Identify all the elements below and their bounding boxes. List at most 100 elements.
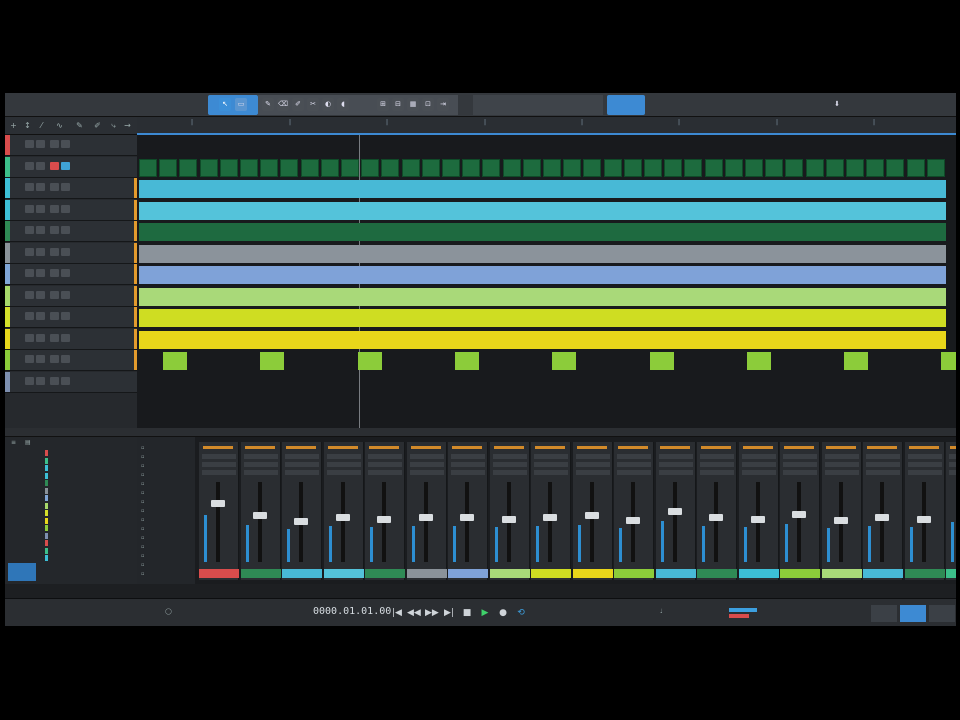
mixer-channel-strip[interactable]	[406, 442, 447, 580]
track-lane[interactable]	[137, 201, 948, 221]
audio-event[interactable]	[361, 159, 380, 177]
track-lane[interactable]	[137, 373, 948, 393]
channel-label[interactable]	[821, 569, 862, 578]
audio-event[interactable]	[462, 159, 481, 177]
mixer-channel-strip[interactable]	[655, 442, 696, 580]
track-lane[interactable]	[137, 158, 948, 178]
mixer-channel-strip[interactable]	[282, 442, 322, 580]
loop-icon[interactable]: ⟲	[515, 607, 527, 619]
track-list-row[interactable]	[45, 450, 133, 456]
monitor-button[interactable]	[36, 183, 45, 191]
track-list-row[interactable]	[45, 540, 133, 546]
track-header[interactable]	[5, 243, 137, 264]
arrangement-view[interactable]	[137, 135, 956, 428]
forward-icon[interactable]: ▶▶	[425, 607, 439, 619]
pencil-tool-icon[interactable]: ✎	[262, 98, 274, 111]
mixer-channel-list-item[interactable]: ▫	[141, 472, 193, 481]
mixer-channel-list-item[interactable]: ▫	[141, 490, 193, 499]
track-lane[interactable]	[137, 222, 948, 242]
pan-control[interactable]	[658, 470, 693, 475]
track-lane[interactable]	[137, 330, 948, 350]
volume-fader[interactable]	[335, 514, 350, 521]
expand-icon[interactable]: ↕	[23, 121, 32, 130]
insert-slot[interactable]	[949, 454, 956, 459]
channel-label[interactable]	[780, 569, 820, 578]
mute-button[interactable]	[50, 377, 59, 385]
insert-slot[interactable]	[866, 454, 900, 459]
solo-button[interactable]	[61, 312, 70, 320]
audio-event[interactable]	[846, 159, 864, 177]
solo-button[interactable]	[61, 269, 70, 277]
monitor-button[interactable]	[36, 140, 45, 148]
record-arm-button[interactable]	[25, 226, 34, 234]
track-header[interactable]	[5, 178, 137, 199]
mute-button[interactable]	[50, 269, 59, 277]
send-slot[interactable]	[700, 462, 734, 467]
channel-label[interactable]	[697, 569, 737, 578]
pan-control[interactable]	[368, 470, 402, 475]
insert-slot[interactable]	[409, 454, 444, 459]
audio-event[interactable]	[805, 159, 824, 177]
insert-slot[interactable]	[243, 454, 278, 459]
track-list-row[interactable]	[45, 525, 133, 531]
audio-event[interactable]	[421, 159, 440, 177]
end-icon[interactable]: ▶|	[443, 607, 455, 619]
mute-button[interactable]	[50, 205, 59, 213]
track-header[interactable]	[5, 221, 137, 242]
mixer-channel-list-item[interactable]: ▫	[141, 463, 193, 472]
quantize-icon[interactable]: ⊟	[392, 98, 404, 111]
solo-button[interactable]	[61, 183, 70, 191]
midi-event[interactable]	[844, 352, 869, 370]
save-icon[interactable]: ⬇	[831, 98, 843, 111]
audio-event[interactable]	[785, 159, 804, 177]
record-arm-button[interactable]	[25, 269, 34, 277]
track-list-row[interactable]	[45, 517, 133, 524]
volume-fader[interactable]	[667, 508, 682, 515]
insert-slot[interactable]	[368, 454, 402, 459]
mixer-channel-strip[interactable]	[489, 442, 530, 580]
send-slot[interactable]	[409, 462, 444, 467]
insert-slot[interactable]	[783, 454, 817, 459]
curve-icon[interactable]: ∿	[55, 121, 64, 130]
track-list-row[interactable]	[45, 532, 133, 539]
range-tool-icon[interactable]: ▭	[235, 98, 247, 111]
insert-slot[interactable]	[534, 454, 568, 459]
volume-fader[interactable]	[626, 517, 640, 524]
record-arm-button[interactable]	[25, 312, 34, 320]
midi-event[interactable]	[454, 352, 479, 370]
channel-label[interactable]	[655, 569, 696, 578]
pan-control[interactable]	[783, 470, 817, 475]
insert-slot[interactable]	[700, 454, 734, 459]
send-slot[interactable]	[451, 462, 485, 467]
mixer-channel-list-item[interactable]: ▫	[141, 454, 193, 463]
solo-button[interactable]	[61, 140, 70, 148]
mixer-channel-strip[interactable]	[240, 442, 281, 580]
monitor-button[interactable]	[36, 162, 45, 170]
pan-control[interactable]	[907, 470, 942, 475]
record-arm-button[interactable]	[25, 291, 34, 299]
record-arm-button[interactable]	[25, 205, 34, 213]
insert-slot[interactable]	[326, 454, 361, 459]
track-lane[interactable]	[137, 287, 948, 307]
pan-control[interactable]	[617, 470, 651, 475]
volume-fader[interactable]	[709, 514, 723, 521]
audio-event[interactable]	[866, 159, 885, 177]
insert-slot[interactable]	[285, 454, 319, 459]
mute-button[interactable]	[50, 226, 59, 234]
audio-event[interactable]	[886, 159, 905, 177]
mixer-channel-strip[interactable]	[614, 442, 654, 580]
channel-label[interactable]	[738, 569, 779, 578]
browser-tab-icon[interactable]: ≡	[11, 439, 16, 446]
channel-label[interactable]	[904, 569, 945, 578]
audio-event[interactable]	[381, 159, 400, 177]
pan-control[interactable]	[575, 470, 610, 475]
follow-icon[interactable]: ⇥	[437, 98, 449, 111]
record-arm-button[interactable]	[25, 377, 34, 385]
volume-fader[interactable]	[750, 516, 765, 523]
volume-fader[interactable]	[460, 514, 474, 521]
channel-label[interactable]	[531, 569, 571, 578]
monitor-button[interactable]	[36, 291, 45, 299]
track-list-row[interactable]	[45, 495, 133, 501]
midi-event[interactable]	[941, 352, 956, 370]
monitor-button[interactable]	[36, 205, 45, 213]
